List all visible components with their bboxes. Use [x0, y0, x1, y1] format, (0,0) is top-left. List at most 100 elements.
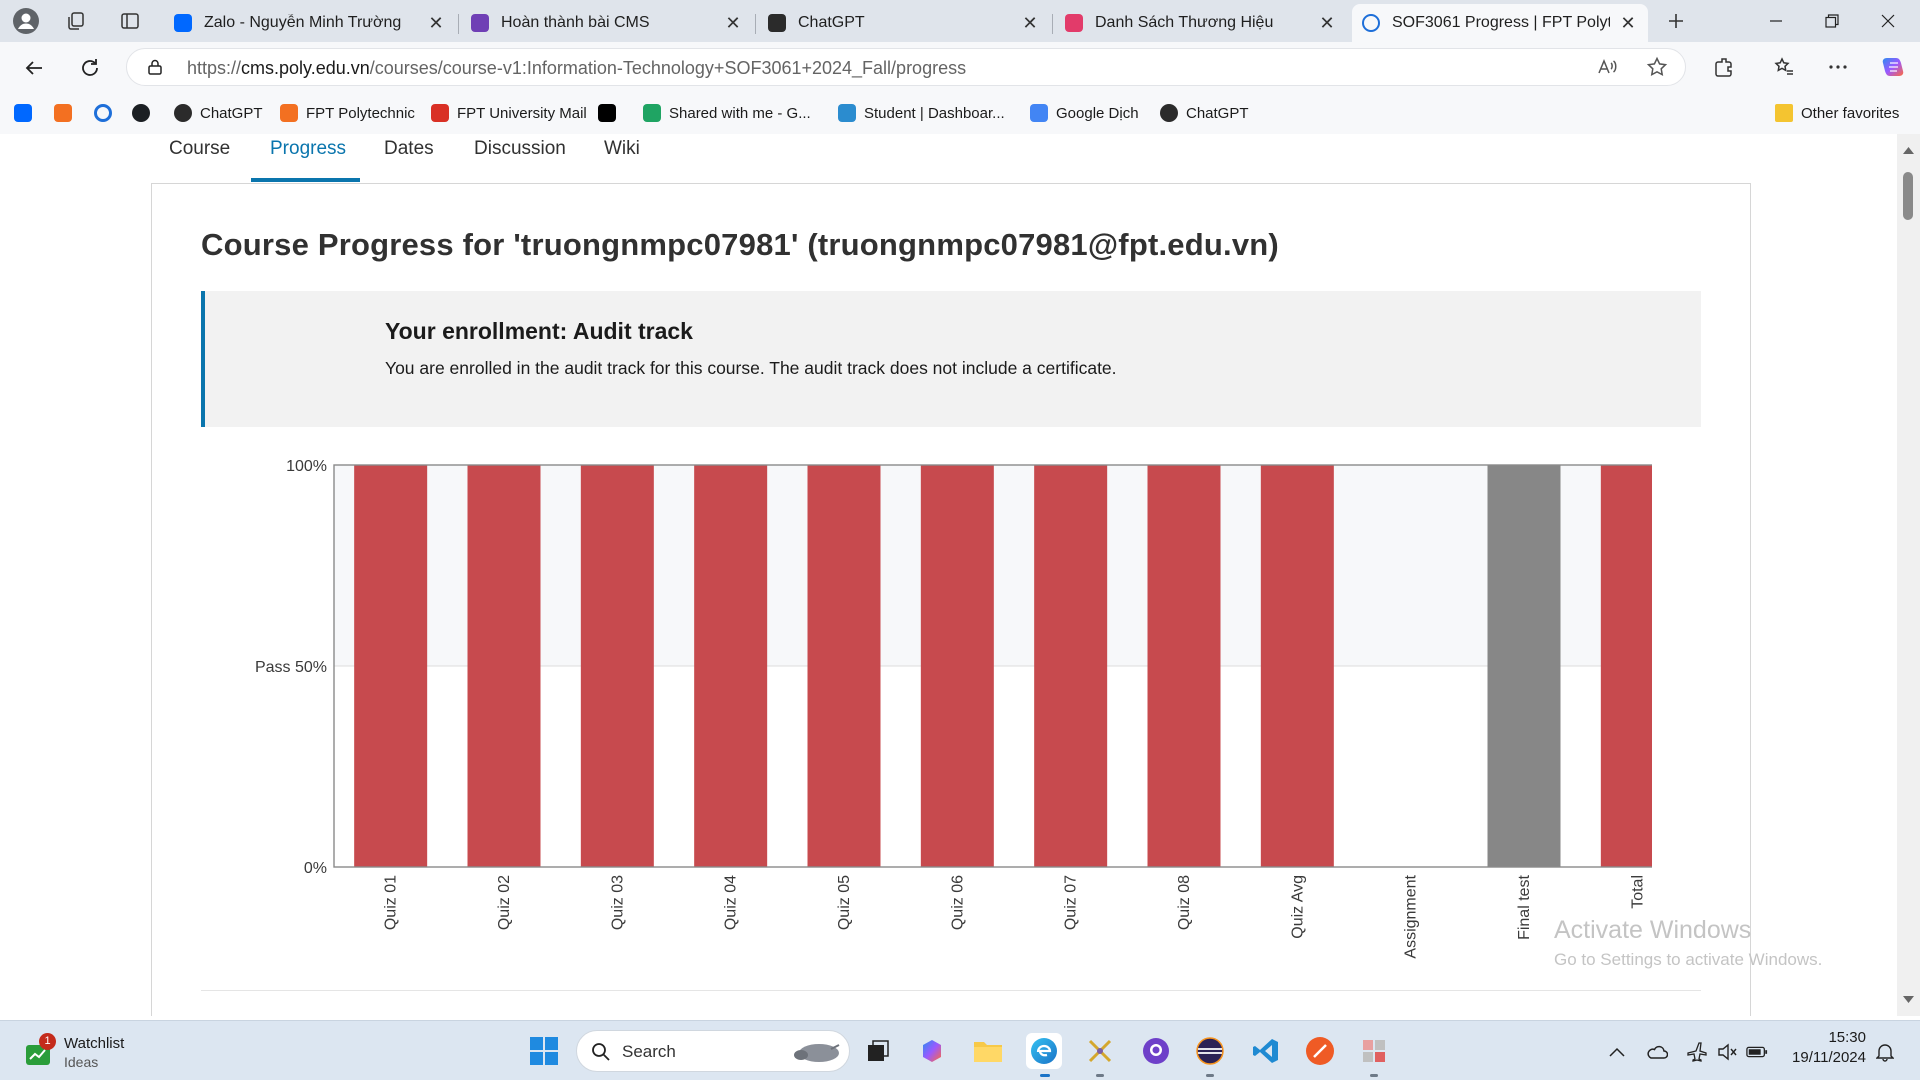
other-favorites-folder[interactable]: Other favorites [1775, 102, 1899, 124]
tab-dates[interactable]: Dates [384, 134, 434, 184]
back-button[interactable] [18, 52, 50, 84]
favorite-dashboard-9[interactable]: Student | Dashboar... [838, 102, 1005, 124]
widget-subtitle: Ideas [64, 1054, 99, 1070]
battery-icon[interactable] [1746, 1041, 1768, 1063]
browser-tab-sof3061-progress[interactable]: SOF3061 Progress | FPT Polytechnic ✕ [1352, 4, 1648, 42]
tab-separator [1052, 14, 1053, 34]
copilot-icon[interactable] [1880, 53, 1908, 81]
github-desktop-icon[interactable] [1138, 1033, 1174, 1069]
tab-title: ChatGPT [798, 14, 865, 31]
favorite-google-translate-10[interactable]: Google Dịch [1030, 102, 1139, 124]
favorite-tiktok-7[interactable] [598, 102, 624, 124]
watchlist-widget[interactable]: 1 Watchlist Ideas [24, 1033, 184, 1073]
favorite-label: Shared with me - G... [669, 104, 811, 122]
postman-icon[interactable] [1302, 1033, 1338, 1069]
favorite-fpt-1[interactable] [54, 102, 80, 124]
read-aloud-icon[interactable] [1593, 53, 1621, 81]
scroll-down-arrow-icon[interactable] [1903, 996, 1914, 1004]
vscode-icon[interactable] [1248, 1033, 1284, 1069]
eclipse-icon[interactable] [1192, 1033, 1228, 1069]
show-hidden-icons-icon[interactable] [1606, 1041, 1628, 1063]
chatgpt-icon [174, 104, 192, 122]
more-menu-icon[interactable] [1824, 53, 1852, 81]
restore-button[interactable] [1804, 0, 1860, 42]
vertical-tabs-icon[interactable] [116, 7, 144, 35]
close-tab-icon[interactable]: ✕ [1020, 13, 1040, 34]
x-tick-label: Final test [1516, 874, 1533, 939]
vertical-scrollbar[interactable] [1897, 134, 1920, 1016]
notifications-bell-icon[interactable] [1874, 1041, 1896, 1063]
clock-date: 19/11/2024 [1792, 1049, 1866, 1066]
new-tab-button[interactable] [1662, 7, 1690, 35]
zalo-icon [14, 104, 32, 122]
gmail-icon [431, 104, 449, 122]
bar-quiz-04 [694, 465, 768, 867]
scrollbar-thumb[interactable] [1903, 172, 1913, 220]
favorite-github-3[interactable] [132, 102, 158, 124]
x-tick-label: Quiz 07 [1063, 875, 1080, 930]
close-window-button[interactable] [1860, 0, 1916, 42]
refresh-button[interactable] [74, 52, 106, 84]
tab-title: SOF3061 Progress | FPT Polytechnic [1392, 14, 1610, 31]
favorite-fpt-5[interactable]: FPT Polytechnic [280, 102, 415, 124]
address-toolbar: https://cms.poly.edu.vn/courses/course-v… [0, 42, 1920, 92]
onedrive-icon[interactable] [1646, 1041, 1668, 1063]
favorite-zalo-0[interactable] [14, 102, 40, 124]
address-bar[interactable]: https://cms.poly.edu.vn/courses/course-v… [126, 48, 1686, 86]
tab-discussion[interactable]: Discussion [474, 134, 566, 184]
close-tab-icon[interactable]: ✕ [723, 13, 743, 34]
browser-tab-cms[interactable]: Hoàn thành bài CMS ✕ [461, 4, 753, 42]
chatgpt-icon [768, 14, 786, 32]
copilot-app-icon[interactable] [914, 1033, 950, 1069]
file-explorer-icon[interactable] [970, 1033, 1006, 1069]
xmind-icon[interactable] [1082, 1033, 1118, 1069]
profile-avatar-icon[interactable] [12, 7, 40, 35]
favorite-label: Student | Dashboar... [864, 104, 1005, 122]
close-tab-icon[interactable]: ✕ [426, 13, 446, 34]
scroll-up-arrow-icon[interactable] [1903, 146, 1914, 154]
favorite-star-icon[interactable] [1643, 53, 1671, 81]
favorite-chatgpt-4[interactable]: ChatGPT [174, 102, 263, 124]
grade-chart: Quiz 01 Quiz 02 Quiz 03 Quiz 04 Quiz 05 Quiz … [255, 458, 1652, 959]
taskbar-search[interactable]: Search [576, 1030, 850, 1072]
favorite-cortana-2[interactable] [94, 102, 120, 124]
workspaces-icon[interactable] [62, 7, 90, 35]
favorites-bar: ChatGPT FPT Polytechnic FPT University Mai… [0, 92, 1920, 134]
favorites-collections-icon[interactable] [1770, 53, 1798, 81]
browser-titlebar: Zalo - Nguyễn Minh Trường ✕ Hoàn thành bài… [0, 0, 1920, 42]
tab-wiki[interactable]: Wiki [604, 134, 640, 184]
favorite-gmail-6[interactable]: FPT University Mail [431, 102, 587, 124]
minimize-button[interactable] [1748, 0, 1804, 42]
bar-quiz-05 [807, 465, 881, 867]
edge-icon[interactable] [1026, 1033, 1062, 1069]
lock-icon[interactable] [141, 53, 169, 81]
dashboard-icon [838, 104, 856, 122]
extensions-icon[interactable] [1710, 53, 1738, 81]
notification-badge: 1 [39, 1033, 56, 1050]
app-icon[interactable] [1356, 1033, 1392, 1069]
system-clock[interactable]: 15:30 19/11/2024 [1784, 1029, 1866, 1066]
windows-start-icon[interactable] [526, 1033, 562, 1069]
close-tab-icon[interactable]: ✕ [1317, 13, 1337, 34]
browser-tab-chatgpt[interactable]: ChatGPT ✕ [758, 4, 1050, 42]
enrollment-text: You are enrolled in the audit track for … [385, 358, 1117, 378]
active-tab-indicator [251, 178, 360, 182]
tab-course[interactable]: Course [169, 134, 230, 184]
favorite-chatgpt-11[interactable]: ChatGPT [1160, 102, 1249, 124]
tab-title: Hoàn thành bài CMS [501, 14, 650, 31]
x-tick-label: Quiz 05 [836, 875, 853, 930]
bar-quiz-01 [354, 465, 428, 867]
url-text[interactable]: https://cms.poly.edu.vn/courses/course-v… [187, 58, 966, 79]
task-view-icon[interactable] [860, 1033, 896, 1069]
close-tab-icon[interactable]: ✕ [1618, 13, 1638, 34]
y-tick-label: Pass 50% [255, 659, 327, 676]
airplane-mode-icon[interactable] [1686, 1041, 1708, 1063]
cortana-icon [94, 104, 112, 122]
bar-quiz-07 [1034, 465, 1108, 867]
browser-tab-thuong-hieu[interactable]: Danh Sách Thương Hiệu ✕ [1055, 4, 1347, 42]
volume-muted-icon[interactable] [1716, 1041, 1738, 1063]
activate-windows-title: Activate Windows [1554, 916, 1752, 944]
favorite-google-drive-8[interactable]: Shared with me - G... [643, 102, 811, 124]
browser-tab-zalo[interactable]: Zalo - Nguyễn Minh Trường ✕ [164, 4, 456, 42]
tab-progress[interactable]: Progress [270, 134, 346, 184]
